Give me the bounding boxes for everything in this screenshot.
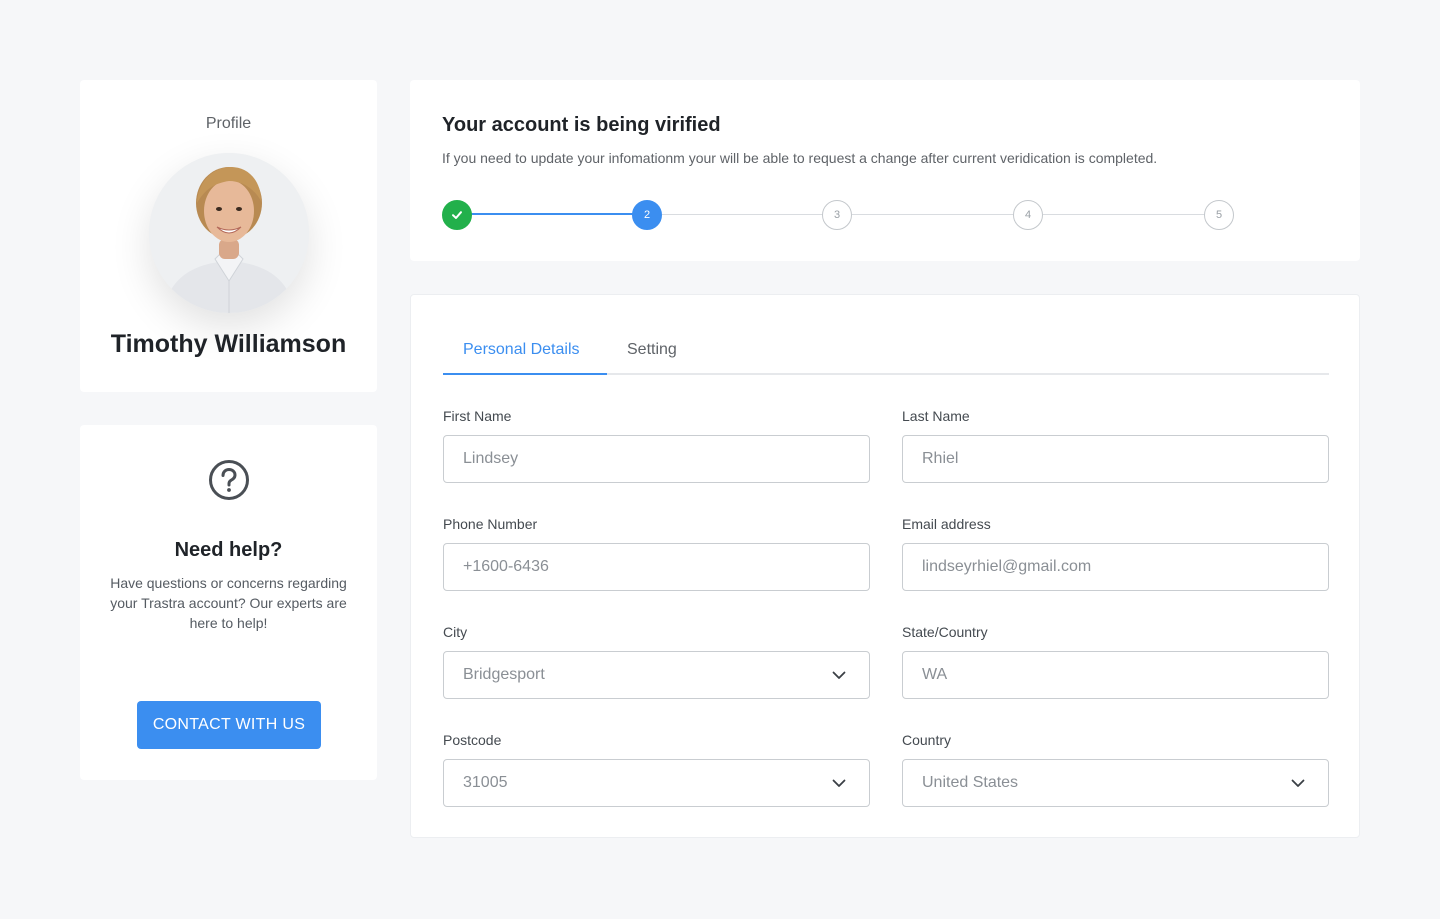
step-connector-active — [457, 213, 647, 215]
chevron-down-icon — [832, 779, 846, 787]
personal-details-card: Personal Details Setting First Name Last… — [410, 294, 1360, 838]
first-name-field[interactable] — [443, 435, 870, 483]
chevron-down-icon — [1291, 779, 1305, 787]
last-name-label: Last Name — [902, 408, 970, 424]
avatar-portrait-icon — [149, 153, 309, 313]
phone-field[interactable] — [443, 543, 870, 591]
tab-setting[interactable]: Setting — [627, 341, 677, 359]
profile-card: Profile Timothy Williamson — [80, 80, 377, 392]
help-card: Need help? Have questions or concerns re… — [80, 425, 377, 780]
step-connector — [1043, 214, 1219, 215]
country-value: United States — [922, 774, 1019, 791]
verification-title: Your account is being virified — [442, 114, 721, 136]
email-label: Email address — [902, 516, 991, 532]
city-select[interactable]: Bridgesport — [443, 651, 870, 699]
step-connector — [662, 214, 837, 215]
tab-personal-details[interactable]: Personal Details — [463, 341, 580, 359]
phone-label: Phone Number — [443, 516, 538, 532]
state-field[interactable] — [902, 651, 1329, 699]
help-title: Need help? — [174, 539, 283, 561]
postcode-value: 31005 — [463, 774, 508, 791]
city-label: City — [443, 624, 468, 640]
step-3: 3 — [822, 200, 852, 230]
last-name-field[interactable] — [902, 435, 1329, 483]
question-circle-icon — [209, 460, 249, 500]
active-tab-indicator — [443, 373, 607, 375]
verification-stepper: 2 3 4 5 — [442, 200, 1242, 230]
verification-subtitle: If you need to update your infomationm y… — [442, 150, 1158, 166]
email-field[interactable] — [902, 543, 1329, 591]
country-label: Country — [902, 732, 952, 748]
country-select[interactable]: United States — [902, 759, 1329, 807]
profile-label: Profile — [205, 115, 252, 132]
state-label: State/Country — [902, 624, 988, 640]
step-5: 5 — [1204, 200, 1234, 230]
step-4: 4 — [1013, 200, 1043, 230]
step-connector — [852, 214, 1028, 215]
avatar — [149, 153, 309, 313]
postcode-label: Postcode — [443, 732, 502, 748]
contact-button[interactable]: CONTACT WITH US — [137, 701, 321, 749]
chevron-down-icon — [832, 671, 846, 679]
step-1-complete — [442, 200, 472, 230]
tab-bar: Personal Details Setting — [443, 335, 1329, 375]
step-2-current: 2 — [632, 200, 662, 230]
check-icon — [452, 211, 462, 219]
help-text: Have questions or concerns regarding you… — [110, 575, 347, 631]
profile-name: Timothy Williamson — [110, 330, 347, 358]
verification-card: Your account is being virified If you ne… — [410, 80, 1360, 261]
city-value: Bridgesport — [463, 666, 545, 683]
first-name-label: First Name — [443, 408, 512, 424]
postcode-select[interactable]: 31005 — [443, 759, 870, 807]
